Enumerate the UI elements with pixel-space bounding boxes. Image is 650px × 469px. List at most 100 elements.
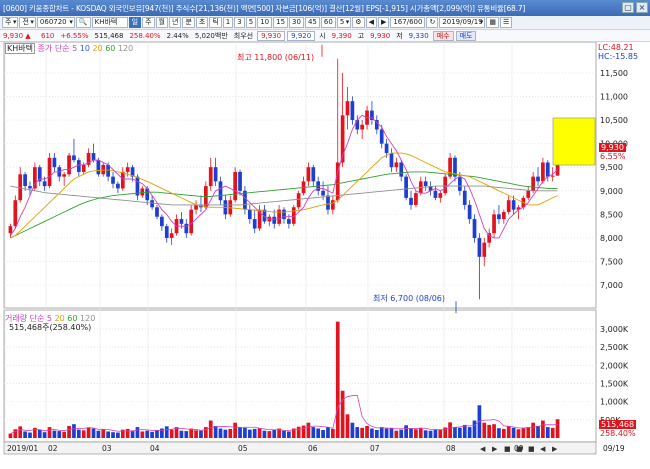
candle-body: [536, 176, 540, 182]
chart-toolbar: 주 전 060720 🔍 KH바텍 일 주 월 년 분 초 틱 1 3 5 10…: [0, 16, 650, 30]
candle-body: [541, 162, 545, 182]
buy-button[interactable]: 매수: [432, 30, 454, 41]
next-icon[interactable]: ▶: [377, 17, 390, 28]
candle-body: [404, 176, 408, 198]
volume-bar: [101, 429, 106, 438]
interval-60[interactable]: 60: [320, 17, 336, 28]
volume-bar: [145, 430, 150, 438]
candle-body: [326, 195, 330, 210]
period-day-tab[interactable]: 일: [128, 17, 142, 28]
settings-icon[interactable]: ⚙: [352, 17, 365, 28]
volume-bar: [267, 431, 272, 438]
volume-bar: [345, 414, 350, 438]
stock-name-field[interactable]: KH바텍: [91, 17, 128, 28]
period-week-tab[interactable]: 주: [142, 17, 155, 28]
volume-bar: [389, 427, 394, 438]
change-rate: +6.55%: [60, 31, 89, 40]
volume-bar: [169, 429, 174, 438]
interval-45[interactable]: 45: [304, 17, 320, 28]
chart-area[interactable]: 11,50011,00010,50010,0009,5009,0008,5008…: [0, 42, 650, 469]
volume-bar: [409, 428, 413, 438]
candle-body: [350, 101, 355, 121]
prev-icon[interactable]: ◀: [365, 17, 377, 28]
volume-bar: [57, 431, 62, 438]
last-rate-tag: 6.55%: [600, 152, 626, 161]
search-icon[interactable]: 🔍: [75, 17, 91, 28]
highlight-box[interactable]: [552, 117, 596, 166]
volume-bar: [521, 428, 526, 438]
volume-bar: [438, 430, 443, 438]
period-tick-tab[interactable]: 틱: [209, 17, 222, 28]
volume-bar: [189, 428, 194, 438]
period-month-tab[interactable]: 월: [155, 17, 168, 28]
volume-bar: [233, 422, 238, 438]
lc-label: LC:48.21: [598, 43, 634, 52]
volume-bar: [501, 428, 506, 438]
market-select[interactable]: 전: [19, 17, 36, 28]
interval-30[interactable]: 30: [289, 17, 304, 28]
scroll-control-icon[interactable]: ▶: [552, 445, 558, 453]
volume-bar: [81, 430, 86, 438]
volume-bar: [301, 425, 306, 438]
list-icon[interactable]: ☰: [499, 17, 513, 28]
count-field[interactable]: 167/600: [390, 17, 426, 28]
volume-bar: [365, 426, 369, 438]
candle-body: [213, 167, 218, 182]
price-panel[interactable]: [3, 42, 597, 309]
interval-5[interactable]: 5: [245, 17, 257, 28]
volume-bar: [86, 427, 91, 438]
scroll-control-icon[interactable]: ◀: [480, 445, 486, 453]
scroll-control-icon[interactable]: ■: [504, 445, 511, 453]
period-year-tab[interactable]: 년: [168, 17, 182, 28]
volume-bar: [321, 430, 325, 438]
candle-body: [155, 207, 159, 217]
scroll-control-icon[interactable]: ■: [516, 445, 523, 453]
interval-1[interactable]: 1: [222, 17, 234, 28]
candle-body: [272, 216, 277, 224]
legend-ma20: 20: [92, 44, 103, 53]
scroll-control-icon[interactable]: ◀: [540, 445, 546, 453]
candle-body: [8, 226, 13, 234]
interval-10[interactable]: 10: [257, 17, 273, 28]
volume-panel[interactable]: [3, 309, 597, 443]
period-second-tab[interactable]: 초: [195, 17, 209, 28]
candle-body: [501, 212, 506, 220]
volume-bar: [184, 431, 189, 438]
volume-bar: [423, 430, 428, 438]
volume-bar: [140, 431, 145, 438]
volume-bar: [52, 430, 57, 438]
scroll-control-icon[interactable]: ■: [528, 445, 535, 453]
mode-select[interactable]: 주: [2, 17, 19, 28]
candle-body: [458, 176, 462, 191]
stock-code-input[interactable]: 060720: [36, 17, 75, 28]
date-field[interactable]: 2019/09/19: [439, 17, 486, 28]
volume-bar: [399, 429, 404, 438]
price-tick-label: 7,000: [600, 281, 623, 290]
maximize-button[interactable]: ▢: [622, 2, 634, 13]
period-minute-tab[interactable]: 분: [182, 17, 195, 28]
candle-body: [13, 200, 18, 227]
refresh-icon[interactable]: ↻: [426, 17, 439, 28]
volume-bar: [47, 427, 52, 438]
volume-info: 515,468주(258.40%): [9, 323, 92, 332]
volume-bar: [213, 426, 218, 438]
close-button[interactable]: ×: [636, 2, 648, 13]
scroll-control-icon[interactable]: ▶: [492, 445, 498, 453]
price-tick-label: 10,500: [600, 116, 628, 125]
interval-3[interactable]: 3: [234, 17, 245, 28]
candle-body: [433, 190, 438, 198]
volume-bar: [252, 428, 257, 438]
candle-body: [150, 200, 154, 208]
volume-bar: [135, 427, 140, 438]
interval-15[interactable]: 15: [273, 17, 289, 28]
candle-body: [384, 143, 389, 154]
volume-bar: [96, 430, 101, 438]
candle-body: [477, 237, 482, 257]
candle-body: [438, 193, 443, 198]
sell-button[interactable]: 매도: [455, 30, 477, 41]
volume-bar: [23, 431, 27, 438]
calendar-icon[interactable]: ▦: [486, 17, 499, 28]
volume-bar: [541, 420, 545, 438]
volume-bar: [330, 428, 335, 438]
interval-custom[interactable]: 5: [336, 17, 352, 28]
